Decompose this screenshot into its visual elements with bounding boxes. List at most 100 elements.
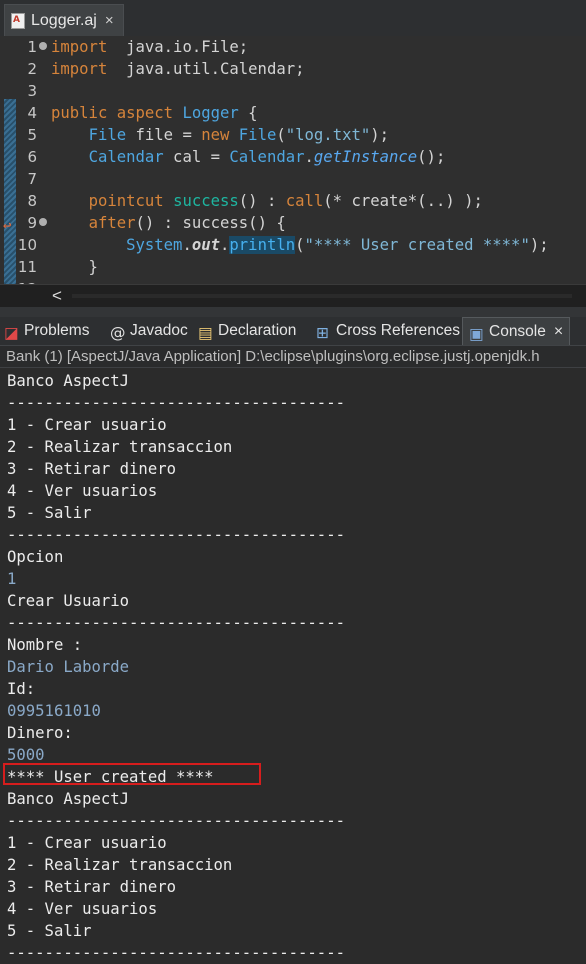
code-token: . [304, 148, 314, 166]
code-line[interactable]: 2 import java.util.Calendar; [0, 58, 586, 80]
code-token: out [191, 236, 221, 254]
console-output[interactable]: Banco AspectJ ---------------------------… [0, 369, 586, 962]
console-line: Id: [7, 680, 36, 698]
code-token: println [229, 236, 296, 254]
line-number: 4 [27, 104, 37, 122]
code-token: () : [238, 192, 286, 210]
code-token: Calendar [229, 148, 305, 166]
code-token: . [182, 236, 192, 254]
tab-label: Problems [24, 322, 90, 339]
console-launch-path: Bank (1) [AspectJ/Java Application] D:\e… [0, 346, 586, 368]
aspectj-file-icon: A [11, 12, 25, 29]
close-icon[interactable]: × [554, 323, 563, 341]
line-number: 5 [27, 126, 37, 144]
fold-marker-icon[interactable] [39, 42, 47, 50]
console-line: 3 - Retirar dinero [7, 460, 176, 478]
console-line: Opcion [7, 548, 64, 566]
console-line: ------------------------------------ [7, 944, 345, 962]
tab-javadoc[interactable]: @ Javadoc [110, 317, 188, 345]
tab-label: Cross References [336, 322, 461, 339]
view-tab-bar: ◪ Problems @ Javadoc ▤ Declaration ⊞ Cross Refe… [0, 317, 586, 346]
console-line: 5 - Salir [7, 922, 92, 940]
code-line[interactable]: ↩ 9 after() : success() { [0, 212, 586, 234]
console-line: ------------------------------------ [7, 394, 345, 412]
code-token: success [173, 192, 239, 210]
console-line: 2 - Realizar transaccion [7, 438, 233, 456]
code-line[interactable]: 4 public aspect Logger { [0, 102, 586, 124]
code-token: () : success() { [135, 214, 286, 232]
console-line: 5 - Salir [7, 504, 92, 522]
line-number: 6 [27, 148, 37, 166]
console-line: ------------------------------------ [7, 614, 345, 632]
code-token: . [220, 236, 230, 254]
code-token: pointcut [88, 192, 164, 210]
scroll-track[interactable] [72, 294, 572, 298]
close-icon[interactable]: × [105, 12, 114, 29]
code-line[interactable]: 6 Calendar cal = Calendar.getInstance(); [0, 146, 586, 168]
code-text: } [51, 256, 98, 278]
cross-references-icon: ⊞ [316, 324, 329, 342]
code-token: ); [529, 236, 549, 254]
console-line: 4 - Ver usuarios [7, 482, 158, 500]
code-text: after() : success() { [51, 212, 286, 234]
code-line[interactable]: 1 import java.io.File; [0, 36, 586, 58]
console-line: Nombre : [7, 636, 83, 654]
console-line: 3 - Retirar dinero [7, 878, 176, 896]
tab-label: Javadoc [130, 322, 188, 339]
tab-console[interactable]: ▣ Console × [462, 317, 571, 345]
console-input-line: Dario Laborde [7, 658, 130, 676]
console-input-line: 0995161010 [7, 702, 101, 720]
code-token: file = [126, 126, 202, 144]
editor-tab-bar: A Logger.aj × [0, 0, 586, 37]
code-token: Logger [182, 104, 239, 122]
code-token: (* create*(..) ); [323, 192, 483, 210]
code-token: ); [370, 126, 390, 144]
declaration-icon: ▤ [198, 324, 213, 342]
code-token: java.util.Calendar; [107, 60, 305, 78]
panel-separator[interactable] [0, 307, 586, 317]
code-token: "**** User created ****" [304, 236, 530, 254]
code-token: File [238, 126, 277, 144]
code-line[interactable]: 8 pointcut success() : call(* create*(..… [0, 190, 586, 212]
code-text: System.out.println("**** User created **… [51, 234, 549, 256]
code-token: } [51, 258, 98, 276]
code-token: { [238, 104, 258, 122]
code-text: import java.util.Calendar; [51, 58, 305, 80]
editor-tab-logger[interactable]: A Logger.aj × [4, 4, 124, 36]
scroll-left-icon[interactable]: < [52, 285, 62, 307]
fold-marker-icon[interactable] [39, 218, 47, 226]
tab-cross-references[interactable]: ⊞ Cross References [316, 317, 460, 345]
console-line: Dinero: [7, 724, 73, 742]
code-text: pointcut success() : call(* create*(..) … [51, 190, 483, 212]
code-line[interactable]: 11 } [0, 256, 586, 278]
code-text: File file = new File("log.txt"); [51, 124, 389, 146]
code-line[interactable]: 10 System.out.println("**** User created… [0, 234, 586, 256]
editor-horizontal-scrollbar[interactable]: < [0, 284, 586, 307]
code-line[interactable]: 7 [0, 168, 586, 190]
console-input-line: 1 [7, 570, 17, 588]
code-text: Calendar cal = Calendar.getInstance(); [51, 146, 446, 168]
console-line: Crear Usuario [7, 592, 130, 610]
highlight-box [3, 763, 261, 785]
console-line: 1 - Crear usuario [7, 834, 167, 852]
line-number: 9 [27, 214, 37, 232]
javadoc-icon: @ [110, 324, 126, 342]
tab-problems[interactable]: ◪ Problems [4, 317, 89, 345]
line-number: 8 [27, 192, 37, 210]
code-token: File [88, 126, 127, 144]
code-text: import java.io.File; [51, 36, 248, 58]
console-line: 4 - Ver usuarios [7, 900, 158, 918]
tab-label: Declaration [218, 322, 297, 339]
tab-declaration[interactable]: ▤ Declaration [198, 317, 296, 345]
line-number: 2 [27, 60, 37, 78]
line-number: 11 [17, 258, 37, 276]
code-token: import [51, 60, 108, 78]
code-editor[interactable]: 1 import java.io.File; 2 import java.util.C… [0, 36, 586, 298]
code-line[interactable]: 3 [0, 80, 586, 102]
code-line[interactable]: 5 File file = new File("log.txt"); [0, 124, 586, 146]
